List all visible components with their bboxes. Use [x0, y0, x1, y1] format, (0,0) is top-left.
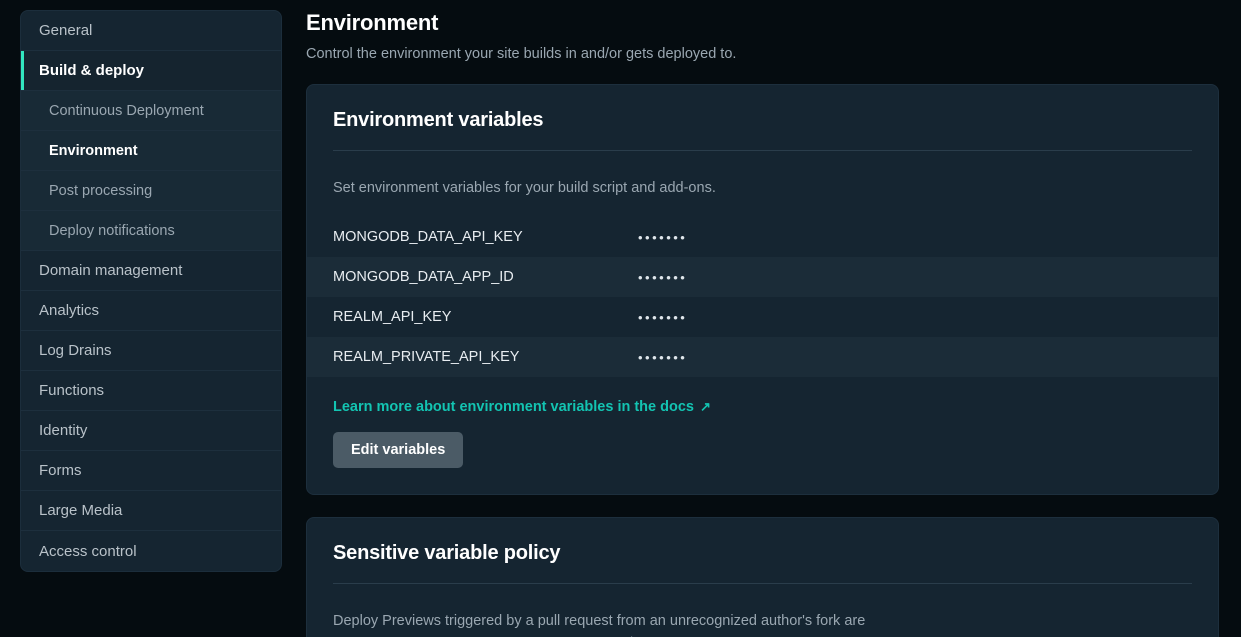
settings-page: General Build & deploy Continuous Deployme… — [0, 0, 1241, 637]
sidebar-item-label: Large Media — [39, 502, 123, 519]
sidebar-item-build-deploy[interactable]: Build & deploy — [21, 51, 281, 91]
sidebar-item-label: Post processing — [49, 182, 153, 199]
page-subtitle: Control the environment your site builds… — [306, 46, 737, 62]
environment-variable-row: MONGODB_DATA_APP_ID ••••••• — [307, 257, 1218, 298]
edit-variables-button[interactable]: Edit variables — [333, 432, 464, 469]
sidebar-item-domain-management[interactable]: Domain management — [21, 251, 281, 291]
sidebar-item-environment[interactable]: Environment — [21, 131, 281, 171]
sidebar-item-label: Access control — [39, 542, 137, 560]
environment-variable-row: MONGODB_DATA_API_KEY ••••••• — [307, 217, 1218, 257]
sidebar-item-label: Functions — [39, 382, 105, 399]
sidebar-item-label: Deploy notifications — [49, 222, 175, 239]
sidebar-item-label: Continuous Deployment — [49, 102, 204, 119]
sidebar-item-large-media[interactable]: Large Media — [21, 491, 281, 531]
sidebar-item-log-drains[interactable]: Log Drains — [21, 331, 281, 371]
environment-variable-masked-value: ••••••• — [638, 309, 688, 325]
sidebar-item-label: Log Drains — [39, 342, 112, 359]
environment-variable-masked-value: ••••••• — [638, 229, 688, 245]
sidebar-item-label: Forms — [39, 462, 82, 479]
sidebar-item-deploy-notifications[interactable]: Deploy notifications — [21, 211, 281, 251]
environment-variable-row: REALM_API_KEY ••••••• — [307, 297, 1218, 337]
sidebar-item-access-control[interactable]: Access control — [21, 531, 281, 571]
page-title: Environment — [306, 10, 439, 35]
environment-variable-row: REALM_PRIVATE_API_KEY ••••••• — [307, 337, 1218, 378]
sidebar-item-forms[interactable]: Forms — [21, 451, 281, 491]
sensitive-variable-policy-card: Sensitive variable policy Deploy Preview… — [306, 517, 1219, 637]
sensitive-variable-policy-body: Deploy Previews triggered by a pull requ… — [333, 613, 880, 637]
environment-variable-key: MONGODB_DATA_API_KEY — [333, 229, 523, 246]
main-content: Environment Control the environment your… — [306, 0, 1241, 637]
sidebar-item-label: Identity — [39, 422, 88, 439]
environment-variable-key: REALM_API_KEY — [333, 309, 452, 326]
sidebar-item-label: General — [39, 22, 93, 39]
environment-variable-key: REALM_PRIVATE_API_KEY — [333, 349, 520, 366]
sidebar-item-label: Analytics — [39, 302, 100, 319]
environment-variable-masked-value: ••••••• — [638, 269, 688, 285]
sidebar-item-identity[interactable]: Identity — [21, 411, 281, 451]
docs-link[interactable]: Learn more about environment variables i… — [333, 399, 711, 415]
environment-variable-masked-value: ••••••• — [638, 349, 688, 365]
docs-link-label: Learn more about environment variables i… — [333, 399, 694, 416]
sidebar-item-post-processing[interactable]: Post processing — [21, 171, 281, 211]
settings-sidebar: General Build & deploy Continuous Deployme… — [20, 10, 282, 572]
sidebar-item-analytics[interactable]: Analytics — [21, 291, 281, 331]
sidebar-item-label: Domain management — [39, 262, 183, 279]
environment-variables-table: MONGODB_DATA_API_KEY ••••••• MONGODB_DATA_… — [307, 217, 1218, 378]
environment-variables-description: Set environment variables for your build… — [333, 180, 716, 196]
sidebar-item-functions[interactable]: Functions — [21, 371, 281, 411]
sidebar-item-label: Environment — [49, 142, 138, 159]
card-title-sensitive-variable-policy: Sensitive variable policy — [333, 542, 561, 565]
sidebar-item-general[interactable]: General — [21, 11, 281, 51]
environment-variable-key: MONGODB_DATA_APP_ID — [333, 269, 514, 286]
sidebar-item-label: Build & deploy — [39, 62, 144, 79]
sidebar-item-continuous-deployment[interactable]: Continuous Deployment — [21, 91, 281, 131]
environment-variables-card: Environment variables Set environment va… — [306, 84, 1219, 496]
card-title-environment-variables: Environment variables — [333, 109, 544, 131]
external-link-icon: ↗ — [699, 398, 711, 414]
